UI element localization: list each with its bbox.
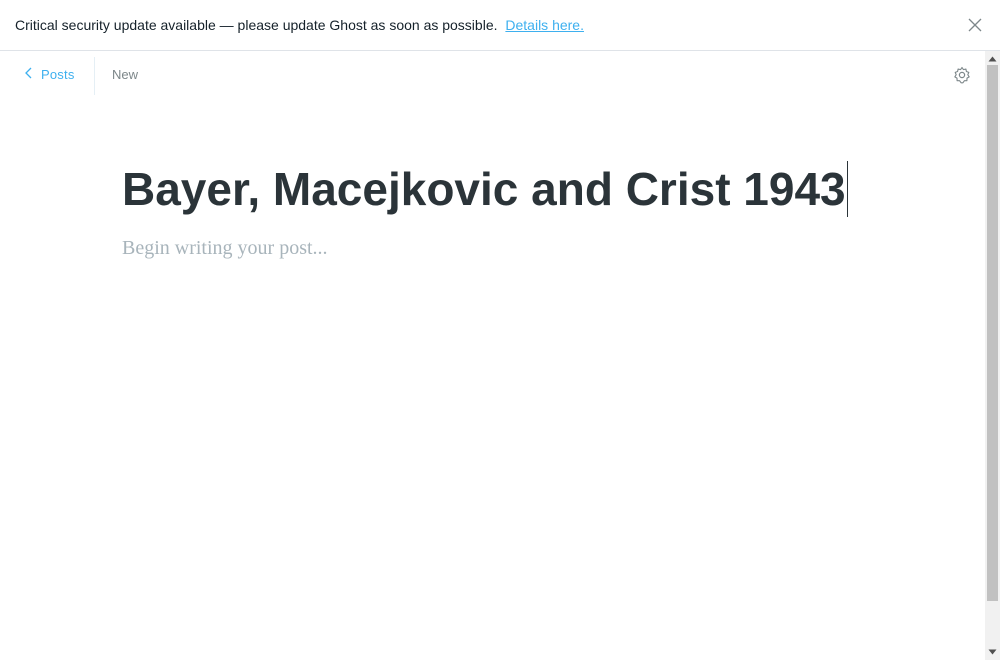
back-to-posts-link[interactable]: Posts [24,64,75,84]
vertical-scrollbar[interactable] [985,51,1000,660]
editor-topbar: Posts New [0,51,985,99]
close-icon[interactable] [966,16,984,34]
post-body-editor[interactable]: Begin writing your post... [122,237,328,260]
editor-area: Posts New Bayer, Macejkovic and Crist 19… [0,51,985,660]
scroll-down-arrow-icon[interactable] [985,646,1000,658]
gear-icon[interactable] [953,66,971,84]
post-status: New [112,67,139,82]
back-label: Posts [41,66,75,82]
post-title-input[interactable]: Bayer, Macejkovic and Crist 1943 [122,161,848,217]
post-title-text: Bayer, Macejkovic and Crist 1943 [122,163,846,215]
banner-message: Critical security update available — ple… [15,17,498,33]
text-caret [846,161,848,217]
details-link[interactable]: Details here. [505,17,584,33]
banner-text: Critical security update available — ple… [15,17,584,33]
security-update-banner: Critical security update available — ple… [0,0,1000,51]
chevron-left-icon [24,66,41,83]
scroll-up-arrow-icon[interactable] [985,53,1000,65]
topbar-divider [94,57,95,95]
scrollbar-thumb[interactable] [987,65,998,601]
